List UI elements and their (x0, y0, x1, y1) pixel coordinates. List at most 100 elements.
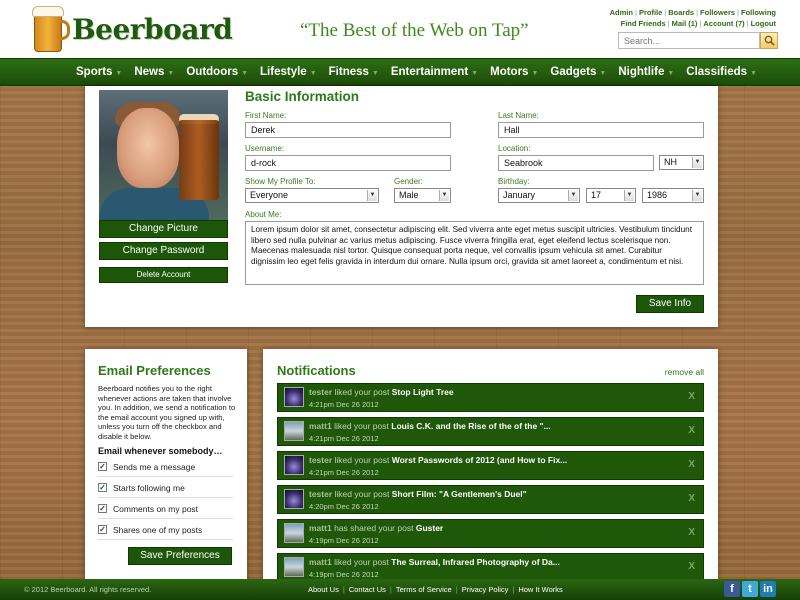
email-pref-label: Shares one of my posts (113, 524, 203, 535)
notification-action: liked your post (334, 387, 390, 397)
site-logo[interactable]: Beerboard (32, 4, 233, 54)
change-password-button[interactable]: Change Password (99, 242, 228, 260)
birth-day-select[interactable]: 17 ▼ (586, 188, 636, 203)
nav-item-entertainment[interactable]: Entertainment ▼ (391, 66, 478, 78)
nav-item-outdoors[interactable]: Outdoors ▼ (186, 66, 248, 78)
nav-item-motors[interactable]: Motors ▼ (490, 66, 538, 78)
nav-item-sports[interactable]: Sports ▼ (76, 66, 122, 78)
search-input[interactable] (618, 32, 760, 49)
email-pref-label: Sends me a message (113, 461, 196, 472)
chevron-down-icon: ▼ (115, 70, 123, 77)
email-pref-comments-on-my-post[interactable]: ✓ Comments on my post (98, 499, 233, 519)
email-preferences-title: Email Preferences (98, 363, 211, 378)
notification-item[interactable]: matt1 liked your post Louis C.K. and the… (277, 417, 704, 446)
close-icon[interactable]: X (688, 391, 695, 402)
checkbox[interactable]: ✓ (98, 483, 107, 492)
header-link-find-friends[interactable]: Find Friends (621, 19, 666, 28)
notification-post-link[interactable]: Short Film: "A Gentlemen's Duel" (392, 489, 527, 499)
notification-user[interactable]: tester (309, 455, 332, 465)
save-info-button[interactable]: Save Info (636, 295, 704, 313)
header-link-profile[interactable]: Profile (639, 8, 662, 17)
facebook-icon[interactable]: f (724, 581, 740, 597)
username-field[interactable]: d-rock (245, 155, 451, 171)
footer-link-contact-us[interactable]: Contact Us (349, 585, 386, 594)
linkedin-icon[interactable]: in (760, 581, 776, 597)
nav-item-label: Fitness (328, 66, 369, 78)
nav-item-nightlife[interactable]: Nightlife ▼ (618, 66, 674, 78)
notification-item[interactable]: matt1 liked your post The Surreal, Infra… (277, 553, 704, 581)
close-icon[interactable]: X (688, 493, 695, 504)
notification-post-link[interactable]: Louis C.K. and the Rise of the of the ".… (391, 421, 550, 431)
nav-item-news[interactable]: News ▼ (134, 66, 174, 78)
birth-year-select[interactable]: 1986 ▼ (642, 188, 704, 203)
notification-post-link[interactable]: Guster (416, 523, 443, 533)
twitter-icon[interactable]: t (742, 581, 758, 597)
remove-all-link[interactable]: remove all (665, 367, 704, 377)
header-link-boards[interactable]: Boards (668, 8, 694, 17)
notifications-panel: Notifications remove all tester liked yo… (263, 349, 718, 581)
show-profile-select[interactable]: Everyone ▼ (245, 188, 379, 203)
header-link-logout[interactable]: Logout (751, 19, 776, 28)
header-link-following[interactable]: Following (741, 8, 776, 17)
checkbox[interactable]: ✓ (98, 462, 107, 471)
checkbox[interactable]: ✓ (98, 504, 107, 513)
chevron-down-icon: ▼ (531, 70, 539, 77)
logo-text: Beerboard (72, 12, 233, 46)
change-picture-button[interactable]: Change Picture (99, 220, 228, 238)
last-name-field[interactable]: Hall (498, 122, 704, 138)
birthday-label: Birthday: (498, 177, 530, 186)
close-icon[interactable]: X (688, 561, 695, 572)
nav-item-classifieds[interactable]: Classifieds ▼ (686, 66, 757, 78)
notification-text: tester liked your post Short Film: "A Ge… (309, 489, 527, 499)
header-link-admin[interactable]: Admin (610, 8, 633, 17)
search-icon (764, 35, 775, 46)
post-thumbnail (284, 489, 304, 509)
email-pref-shares-one-of-my-posts[interactable]: ✓ Shares one of my posts (98, 520, 233, 540)
nav-item-gadgets[interactable]: Gadgets ▼ (550, 66, 606, 78)
delete-account-button[interactable]: Delete Account (99, 267, 228, 283)
email-pref-sends-me-a-message[interactable]: ✓ Sends me a message (98, 457, 233, 477)
link-separator: | (512, 585, 515, 594)
last-name-label: Last Name: (498, 111, 539, 120)
notification-user[interactable]: matt1 (309, 523, 332, 533)
footer-link-terms-of-service[interactable]: Terms of Service (396, 585, 452, 594)
nav-item-fitness[interactable]: Fitness ▼ (329, 66, 379, 78)
notification-time: 4:20pm Dec 26 2012 (309, 502, 379, 511)
notification-user[interactable]: matt1 (309, 421, 332, 431)
first-name-field[interactable]: Derek (245, 122, 451, 138)
notification-post-link[interactable]: Stop Light Tree (392, 387, 454, 397)
header-link-followers[interactable]: Followers (700, 8, 735, 17)
location-field[interactable]: Seabrook (498, 155, 654, 171)
close-icon[interactable]: X (688, 425, 695, 436)
copyright-text: © 2012 Beerboard. All rights reserved. (24, 585, 152, 594)
nav-item-lifestyle[interactable]: Lifestyle ▼ (260, 66, 317, 78)
nav-item-label: Lifestyle (260, 66, 307, 78)
about-textarea[interactable]: Lorem ipsum dolor sit amet, consectetur … (245, 221, 704, 285)
birth-month-select[interactable]: January ▼ (498, 188, 580, 203)
chevron-down-icon: ▼ (241, 70, 249, 77)
notification-post-link[interactable]: The Surreal, Infrared Photography of Da.… (391, 557, 560, 567)
save-preferences-button[interactable]: Save Preferences (128, 547, 232, 565)
notification-post-link[interactable]: Worst Passwords of 2012 (and How to Fix.… (392, 455, 568, 465)
header-link-account-7[interactable]: Account (7) (703, 19, 744, 28)
checkbox[interactable]: ✓ (98, 525, 107, 534)
notification-user[interactable]: tester (309, 489, 332, 499)
footer-link-about-us[interactable]: About Us (308, 585, 339, 594)
chevron-down-icon: ▼ (471, 70, 479, 77)
email-pref-starts-following-me[interactable]: ✓ Starts following me (98, 478, 233, 498)
gender-select[interactable]: Male ▼ (394, 188, 451, 203)
footer-link-how-it-works[interactable]: How It Works (518, 585, 562, 594)
close-icon[interactable]: X (688, 527, 695, 538)
close-icon[interactable]: X (688, 459, 695, 470)
notification-item[interactable]: tester liked your post Short Film: "A Ge… (277, 485, 704, 514)
email-preferences-panel: Email Preferences Beerboard notifies you… (85, 349, 247, 581)
notification-item[interactable]: matt1 has shared your post Guster 4:19pm … (277, 519, 704, 548)
footer-link-privacy-policy[interactable]: Privacy Policy (462, 585, 509, 594)
notification-item[interactable]: tester liked your post Worst Passwords o… (277, 451, 704, 480)
search-button[interactable] (760, 32, 778, 49)
notification-user[interactable]: matt1 (309, 557, 332, 567)
header-link-mail-1[interactable]: Mail (1) (672, 19, 698, 28)
notification-user[interactable]: tester (309, 387, 332, 397)
state-select[interactable]: NH ▼ (659, 155, 704, 170)
notification-item[interactable]: tester liked your post Stop Light Tree 4:… (277, 383, 704, 412)
